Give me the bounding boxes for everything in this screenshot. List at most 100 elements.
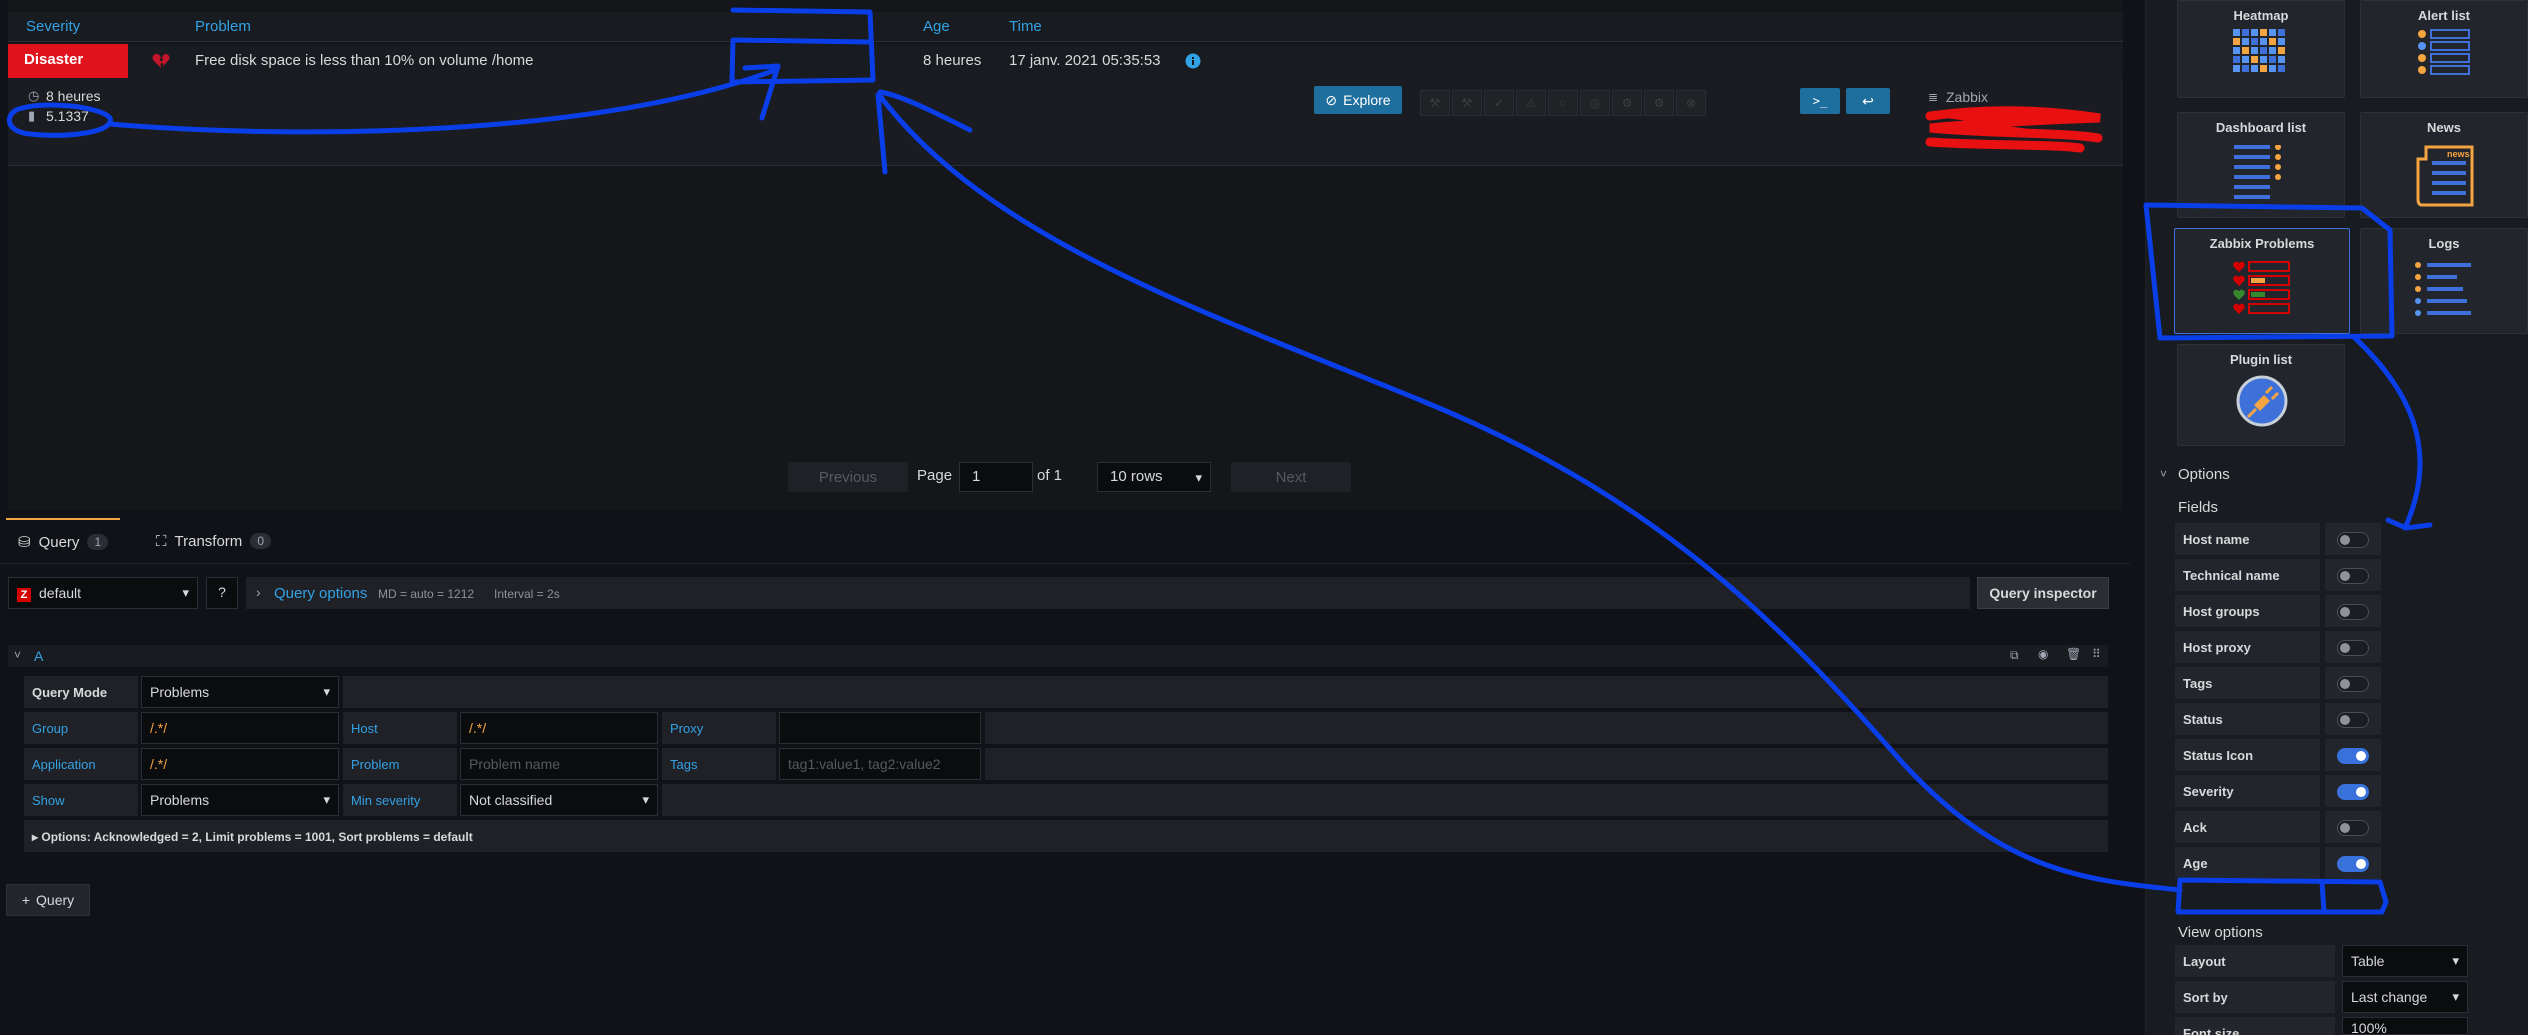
field-toggle[interactable] bbox=[2337, 604, 2369, 620]
action-icon-7[interactable]: ⚙ bbox=[1612, 90, 1642, 116]
field-toggle[interactable] bbox=[2337, 748, 2369, 764]
options-header[interactable]: Options bbox=[2178, 466, 2230, 483]
header-time[interactable]: Time bbox=[1009, 18, 1042, 35]
viz-title: Dashboard list bbox=[2215, 120, 2307, 135]
action-icon-6[interactable]: ◎ bbox=[1580, 90, 1610, 116]
tab-query[interactable]: ⛁ Query 1 bbox=[6, 518, 121, 564]
field-toggle[interactable] bbox=[2337, 640, 2369, 656]
compass-icon: ⊘ bbox=[1325, 91, 1338, 108]
info-icon[interactable] bbox=[1185, 53, 1201, 69]
application-input[interactable]: /.*/ bbox=[141, 748, 339, 780]
viz-card-alert-list[interactable]: Alert list bbox=[2360, 0, 2528, 98]
next-button[interactable]: Next bbox=[1231, 462, 1351, 492]
query-mode-label: Query Mode bbox=[24, 676, 138, 708]
field-toggle[interactable] bbox=[2337, 856, 2369, 872]
query-a-header[interactable]: ˅ A ⧉ ◉ 🗑 ⠿ bbox=[8, 645, 2108, 667]
viz-card-news[interactable]: News news bbox=[2360, 112, 2528, 218]
problems-panel: Severity Problem Age Time Disaster Free … bbox=[8, 0, 2123, 510]
viz-title: Heatmap bbox=[2233, 8, 2289, 23]
interval-meta: Interval = 2s bbox=[494, 587, 560, 601]
sortby-select[interactable]: Last change bbox=[2342, 981, 2468, 1013]
action-icon-1[interactable]: ⚒ bbox=[1420, 90, 1450, 116]
chevron-down-icon: ˅ bbox=[14, 648, 22, 662]
drag-handle-icon[interactable]: ⠿ bbox=[2092, 647, 2101, 661]
action-icon-4[interactable]: ⚠ bbox=[1516, 90, 1546, 116]
logs-icon bbox=[2415, 262, 2471, 316]
viz-title: Zabbix Problems bbox=[2209, 236, 2315, 251]
problem-row[interactable]: Disaster Free disk space is less than 10… bbox=[8, 44, 2123, 78]
previous-button[interactable]: Previous bbox=[788, 462, 908, 492]
action-icon-3[interactable]: ✓ bbox=[1484, 90, 1514, 116]
viz-card-heatmap[interactable]: Heatmap bbox=[2177, 0, 2345, 98]
field-toggle[interactable] bbox=[2337, 532, 2369, 548]
fontsize-select[interactable]: 100% bbox=[2342, 1017, 2468, 1035]
eye-icon[interactable]: ◉ bbox=[2038, 647, 2048, 661]
action-icon-2[interactable]: ⚒ bbox=[1452, 90, 1482, 116]
chevron-down-icon[interactable]: ˅ bbox=[2160, 467, 2167, 481]
trash-icon[interactable]: 🗑 bbox=[2066, 647, 2081, 661]
rows-value: 10 rows bbox=[1110, 468, 1163, 485]
tags-input[interactable]: tag1:value1, tag2:value2 bbox=[779, 748, 981, 780]
row-filler bbox=[985, 748, 2108, 780]
caret-right-icon: ▸ bbox=[32, 830, 39, 844]
query-options-bar[interactable]: › Query options MD = auto = 1212 Interva… bbox=[246, 577, 1970, 609]
field-toggle-wrap bbox=[2325, 739, 2381, 771]
show-select[interactable]: Problems bbox=[141, 784, 339, 816]
proxy-input[interactable] bbox=[779, 712, 981, 744]
header-age[interactable]: Age bbox=[923, 18, 950, 35]
datasource-select[interactable]: Zdefault bbox=[8, 577, 198, 609]
severity-cell: Disaster bbox=[8, 44, 128, 78]
plugin-list-icon bbox=[2236, 375, 2288, 427]
field-label: Host proxy bbox=[2175, 631, 2320, 663]
database-icon: ≣ bbox=[1928, 90, 1939, 104]
header-severity[interactable]: Severity bbox=[26, 18, 80, 35]
viz-card-zabbix-problems[interactable]: Zabbix Problems bbox=[2174, 228, 2350, 334]
query-options-meta: MD = auto = 1212 bbox=[378, 587, 475, 601]
options-summary[interactable]: ▸ Options: Acknowledged = 2, Limit probl… bbox=[24, 820, 2108, 852]
viz-card-plugin-list[interactable]: Plugin list bbox=[2177, 344, 2345, 446]
page-of: of 1 bbox=[1037, 467, 1063, 484]
show-label: Show bbox=[24, 784, 138, 816]
action-icon-9[interactable]: ⊗ bbox=[1676, 90, 1706, 116]
field-toggle[interactable] bbox=[2337, 568, 2369, 584]
problem-input[interactable]: Problem name bbox=[460, 748, 658, 780]
field-label: Status bbox=[2175, 703, 2320, 735]
layout-select[interactable]: Table bbox=[2342, 945, 2468, 977]
detail-value: 5.1337 bbox=[46, 108, 89, 124]
fontsize-value: 100% bbox=[2351, 1020, 2387, 1035]
options-summary-text: Options: Acknowledged = 2, Limit problem… bbox=[41, 830, 473, 844]
zabbix-problems-icon bbox=[2233, 261, 2290, 314]
viz-card-logs[interactable]: Logs bbox=[2360, 228, 2528, 334]
viz-card-dashboard-list[interactable]: Dashboard list bbox=[2177, 112, 2345, 218]
query-mode-select[interactable]: Problems bbox=[141, 676, 339, 708]
terminal-button[interactable]: >_ bbox=[1800, 88, 1840, 114]
min-severity-select[interactable]: Not classified bbox=[460, 784, 658, 816]
toggle-knob bbox=[2340, 715, 2350, 725]
thermometer-icon: ▮ bbox=[28, 108, 36, 123]
field-toggle[interactable] bbox=[2337, 676, 2369, 692]
query-options-label: Query options bbox=[274, 585, 368, 602]
action-icon-8[interactable]: ⚙ bbox=[1644, 90, 1674, 116]
field-label: Ack bbox=[2175, 811, 2320, 843]
field-toggle[interactable] bbox=[2337, 712, 2369, 728]
acknowledge-button[interactable]: ↩ bbox=[1846, 88, 1890, 114]
explore-button[interactable]: ⊘ Explore bbox=[1314, 86, 1402, 114]
action-icon-5[interactable]: ○ bbox=[1548, 90, 1578, 116]
field-toggle[interactable] bbox=[2337, 784, 2369, 800]
duplicate-icon[interactable]: ⧉ bbox=[2010, 648, 2019, 663]
zabbix-logo-icon: Z bbox=[17, 588, 31, 602]
group-input[interactable]: /.*/ bbox=[141, 712, 339, 744]
tab-transform[interactable]: ⛶ Transform 0 bbox=[144, 518, 283, 564]
query-inspector-button[interactable]: Query inspector bbox=[1977, 577, 2109, 609]
tags-label: Tags bbox=[662, 748, 776, 780]
row-filler bbox=[343, 676, 2108, 708]
field-toggle-wrap bbox=[2325, 775, 2381, 807]
field-toggle-wrap bbox=[2325, 631, 2381, 663]
host-input[interactable]: /.*/ bbox=[460, 712, 658, 744]
page-input[interactable]: 1 bbox=[959, 462, 1033, 492]
add-query-button[interactable]: + Query bbox=[6, 884, 90, 916]
help-icon[interactable]: ? bbox=[206, 577, 238, 609]
rows-per-page-select[interactable]: 10 rows bbox=[1097, 462, 1211, 492]
field-toggle[interactable] bbox=[2337, 820, 2369, 836]
header-problem[interactable]: Problem bbox=[195, 18, 251, 35]
